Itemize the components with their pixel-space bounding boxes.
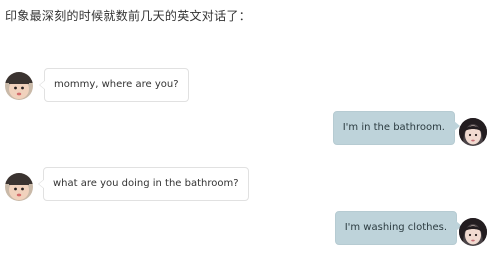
message-bubble-child: what are you doing in the bathroom? — [38, 167, 249, 201]
message-bubble-mom: I'm washing clothes. — [334, 211, 463, 245]
mom-avatar — [459, 118, 487, 146]
message-bubble-child: mommy, where are you? — [39, 68, 189, 102]
intro-text: 印象最深刻的时候就数前几天的英文对话了： — [5, 9, 252, 23]
child-avatar — [5, 72, 33, 100]
child-avatar — [5, 173, 33, 201]
message-bubble-mom: I'm in the bathroom. — [332, 111, 461, 145]
mom-avatar — [459, 218, 487, 246]
